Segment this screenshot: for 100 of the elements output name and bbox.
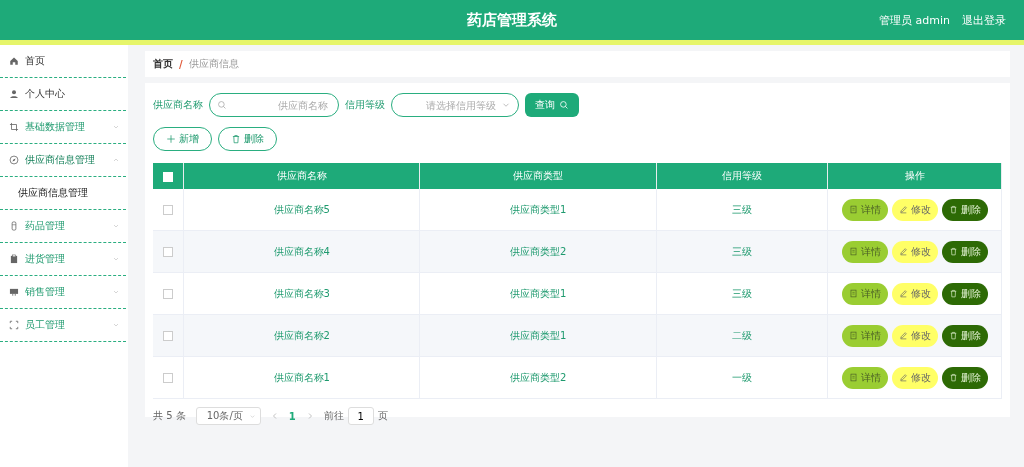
chevron-down-icon: [112, 288, 120, 296]
plus-icon: [166, 134, 176, 144]
delete-button[interactable]: 删除: [941, 366, 988, 389]
table-cell: 三级: [656, 189, 828, 231]
chevron-down-icon: [248, 412, 256, 420]
row-checkbox[interactable]: [163, 373, 173, 383]
trash-icon: [231, 134, 241, 144]
sidebar-item[interactable]: 员工管理: [0, 309, 126, 342]
field-label: 信用等级: [345, 98, 385, 112]
chevron-down-icon: [112, 255, 120, 263]
sidebar-item[interactable]: 供应商信息管理: [0, 144, 126, 177]
table-cell: 三级: [656, 272, 828, 315]
column-header: 供应商名称: [183, 163, 420, 189]
submenu-item[interactable]: 供应商信息管理: [0, 177, 126, 210]
edit-button[interactable]: 修改: [891, 366, 938, 389]
delete-button[interactable]: 删除: [941, 240, 988, 263]
table-cell: 供应商类型2: [419, 230, 657, 273]
table-cell: 供应商类型2: [419, 356, 657, 399]
sidebar-item[interactable]: 基础数据管理: [0, 111, 126, 144]
page-input[interactable]: 1: [347, 407, 374, 425]
edit-button[interactable]: 修改: [891, 240, 938, 263]
page-suffix: 页: [377, 409, 388, 423]
chevron-down-icon: [112, 123, 120, 131]
row-checkbox[interactable]: [163, 247, 173, 257]
edit-button[interactable]: 修改: [891, 324, 938, 347]
bottle-icon: [9, 221, 19, 231]
column-header: 操作: [827, 163, 1002, 189]
document-icon: [848, 205, 858, 214]
compass-icon: [9, 155, 19, 165]
detail-button[interactable]: 详情: [841, 198, 888, 221]
previous-page-icon: [270, 412, 279, 420]
delete-button[interactable]: 删除: [941, 282, 988, 305]
table-cell: 供应商类型1: [419, 314, 657, 357]
crop-icon: [9, 122, 19, 132]
table-cell: 供应商名称3: [183, 272, 420, 315]
table-cell: 供应商名称2: [183, 314, 420, 357]
pencil-icon: [898, 205, 908, 214]
column-header: 供应商类型: [419, 163, 657, 189]
page-size-select[interactable]: 10条/页: [195, 407, 261, 425]
table-cell: 供应商名称5: [183, 189, 420, 231]
add-button[interactable]: 新增: [153, 127, 212, 151]
chevron-up-icon: [112, 156, 120, 164]
breadcrumb-item: 供应商信息: [188, 57, 239, 71]
delete-button[interactable]: 删除: [218, 127, 277, 151]
pencil-icon: [898, 373, 908, 382]
column-header: 信用等级: [656, 163, 828, 189]
clipboard-icon: [9, 254, 19, 264]
detail-button[interactable]: 详情: [841, 240, 888, 263]
sidebar-item[interactable]: 进货管理: [0, 243, 126, 276]
fullscreen-icon: [9, 320, 19, 330]
table-cell: 供应商类型1: [419, 272, 657, 315]
sidebar-item[interactable]: 首页: [0, 45, 126, 78]
table-cell: 供应商名称4: [183, 230, 420, 273]
table-cell: 一级: [656, 356, 828, 399]
table-cell: 供应商类型1: [419, 189, 657, 231]
sidebar-item[interactable]: 销售管理: [0, 276, 126, 309]
monitor-icon: [9, 287, 19, 297]
trash-icon: [948, 205, 958, 214]
search-field[interactable]: 供应商名称: [209, 93, 339, 117]
breadcrumb-item[interactable]: 首页: [153, 57, 173, 71]
select-field[interactable]: 请选择信用等级: [391, 93, 519, 117]
search-icon: [559, 100, 569, 110]
pencil-icon: [898, 331, 908, 340]
trash-icon: [948, 247, 958, 256]
trash-icon: [948, 331, 958, 340]
user-icon: [9, 89, 19, 99]
document-icon: [848, 289, 858, 298]
user-label: 管理员 admin: [879, 12, 950, 28]
table-cell: 二级: [656, 314, 828, 357]
app-title: 药店管理系统: [466, 10, 558, 30]
pencil-icon: [898, 289, 908, 298]
document-icon: [848, 247, 858, 256]
goto-label: 前往: [323, 409, 344, 423]
chevron-down-icon: [112, 222, 120, 230]
detail-button[interactable]: 详情: [841, 366, 888, 389]
field-label: 供应商名称: [153, 98, 203, 112]
table-cell: 供应商名称1: [183, 356, 420, 399]
document-icon: [848, 373, 858, 382]
search-icon: [217, 100, 227, 110]
edit-button[interactable]: 修改: [891, 198, 938, 221]
sidebar-item[interactable]: 药品管理: [0, 210, 126, 243]
trash-icon: [948, 373, 958, 382]
pencil-icon: [898, 247, 908, 256]
row-checkbox[interactable]: [163, 289, 173, 299]
home-icon: [9, 56, 19, 66]
total-count: 共 5 条: [153, 409, 186, 423]
sidebar-item[interactable]: 个人中心: [0, 78, 126, 111]
detail-button[interactable]: 详情: [841, 324, 888, 347]
edit-button[interactable]: 修改: [891, 282, 938, 305]
table-cell: 三级: [656, 230, 828, 273]
document-icon: [848, 331, 858, 340]
delete-button[interactable]: 删除: [941, 324, 988, 347]
detail-button[interactable]: 详情: [841, 282, 888, 305]
row-checkbox[interactable]: [163, 331, 173, 341]
row-checkbox[interactable]: [163, 205, 173, 215]
select-all-checkbox[interactable]: [163, 171, 173, 182]
delete-button[interactable]: 删除: [941, 198, 988, 221]
chevron-down-icon: [112, 321, 120, 329]
breadcrumb-separator: /: [179, 58, 183, 70]
trash-icon: [948, 289, 958, 298]
